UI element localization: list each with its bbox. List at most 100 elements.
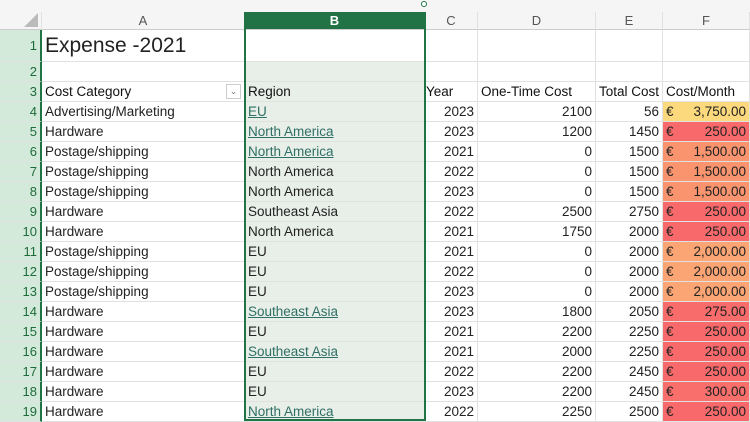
region-text[interactable]: EU xyxy=(248,104,267,119)
year-cell[interactable]: 2023 xyxy=(425,102,478,122)
total-cost-cell[interactable]: 2050 xyxy=(596,302,663,322)
total-cost-cell[interactable]: 2000 xyxy=(596,222,663,242)
cost-category-cell[interactable]: Postage/shipping xyxy=(42,242,245,262)
header-cost-month[interactable]: Cost/Month xyxy=(663,82,750,102)
one-time-cost-cell[interactable]: 0 xyxy=(478,142,596,162)
cost-month-cell[interactable]: €250.00 xyxy=(663,322,750,342)
one-time-cost-cell[interactable]: 2100 xyxy=(478,102,596,122)
cell[interactable] xyxy=(42,62,245,82)
one-time-cost-cell[interactable]: 2200 xyxy=(478,362,596,382)
cell[interactable] xyxy=(245,62,425,82)
region-cell[interactable]: Southeast Asia xyxy=(245,202,425,222)
region-cell[interactable]: EU xyxy=(245,362,425,382)
one-time-cost-cell[interactable]: 2500 xyxy=(478,202,596,222)
one-time-cost-cell[interactable]: 2200 xyxy=(478,322,596,342)
one-time-cost-cell[interactable]: 2200 xyxy=(478,382,596,402)
row-header[interactable]: 7 xyxy=(0,162,42,182)
resize-handle[interactable] xyxy=(421,1,427,7)
region-cell[interactable]: North America xyxy=(245,182,425,202)
column-header-b[interactable]: B xyxy=(245,12,425,30)
cost-month-cell[interactable]: €250.00 xyxy=(663,362,750,382)
header-region[interactable]: Region xyxy=(245,82,425,102)
one-time-cost-cell[interactable]: 0 xyxy=(478,182,596,202)
total-cost-cell[interactable]: 1500 xyxy=(596,162,663,182)
cost-month-cell[interactable]: €250.00 xyxy=(663,222,750,242)
header-one-time-cost[interactable]: One-Time Cost xyxy=(478,82,596,102)
total-cost-cell[interactable]: 2000 xyxy=(596,242,663,262)
year-cell[interactable]: 2021 xyxy=(425,342,478,362)
row-header[interactable]: 15 xyxy=(0,322,42,342)
year-cell[interactable]: 2022 xyxy=(425,402,478,422)
year-cell[interactable]: 2022 xyxy=(425,162,478,182)
cell-b1[interactable] xyxy=(245,30,425,62)
cell[interactable] xyxy=(478,30,596,62)
total-cost-cell[interactable]: 1450 xyxy=(596,122,663,142)
cost-category-cell[interactable]: Postage/shipping xyxy=(42,282,245,302)
region-cell[interactable]: EU xyxy=(245,382,425,402)
cost-month-cell[interactable]: €1,500.00 xyxy=(663,182,750,202)
year-cell[interactable]: 2023 xyxy=(425,122,478,142)
row-header[interactable]: 12 xyxy=(0,262,42,282)
column-header-d[interactable]: D xyxy=(478,12,596,30)
cost-category-cell[interactable]: Hardware xyxy=(42,122,245,142)
cost-category-cell[interactable]: Hardware xyxy=(42,402,245,422)
one-time-cost-cell[interactable]: 1800 xyxy=(478,302,596,322)
row-header[interactable]: 8 xyxy=(0,182,42,202)
cost-category-cell[interactable]: Hardware xyxy=(42,322,245,342)
one-time-cost-cell[interactable]: 0 xyxy=(478,162,596,182)
row-header[interactable]: 9 xyxy=(0,202,42,222)
cost-month-cell[interactable]: €2,000.00 xyxy=(663,282,750,302)
year-cell[interactable]: 2022 xyxy=(425,202,478,222)
cost-category-cell[interactable]: Hardware xyxy=(42,342,245,362)
column-header-c[interactable]: C xyxy=(425,12,478,30)
total-cost-cell[interactable]: 56 xyxy=(596,102,663,122)
cost-category-cell[interactable]: Postage/shipping xyxy=(42,182,245,202)
cell[interactable] xyxy=(478,62,596,82)
region-cell[interactable]: Southeast Asia xyxy=(245,302,425,322)
year-cell[interactable]: 2023 xyxy=(425,302,478,322)
year-cell[interactable]: 2021 xyxy=(425,242,478,262)
region-cell[interactable]: EU xyxy=(245,262,425,282)
cost-month-cell[interactable]: €2,000.00 xyxy=(663,262,750,282)
year-cell[interactable]: 2023 xyxy=(425,382,478,402)
region-text[interactable]: North America xyxy=(248,124,334,139)
cost-category-cell[interactable]: Hardware xyxy=(42,202,245,222)
row-header[interactable]: 11 xyxy=(0,242,42,262)
row-header[interactable]: 19 xyxy=(0,402,42,422)
region-cell[interactable]: North America xyxy=(245,402,425,422)
year-cell[interactable]: 2022 xyxy=(425,262,478,282)
one-time-cost-cell[interactable]: 0 xyxy=(478,262,596,282)
total-cost-cell[interactable]: 2250 xyxy=(596,322,663,342)
cost-category-cell[interactable]: Hardware xyxy=(42,382,245,402)
header-total-cost[interactable]: Total Cost xyxy=(596,82,663,102)
one-time-cost-cell[interactable]: 0 xyxy=(478,282,596,302)
one-time-cost-cell[interactable]: 2250 xyxy=(478,402,596,422)
cell[interactable] xyxy=(596,62,663,82)
cost-month-cell[interactable]: €250.00 xyxy=(663,402,750,422)
total-cost-cell[interactable]: 1500 xyxy=(596,142,663,162)
header-year[interactable]: Year xyxy=(425,82,478,102)
row-header[interactable]: 17 xyxy=(0,362,42,382)
row-header[interactable]: 6 xyxy=(0,142,42,162)
year-cell[interactable]: 2021 xyxy=(425,322,478,342)
cost-category-cell[interactable]: Postage/shipping xyxy=(42,262,245,282)
row-header[interactable]: 1 xyxy=(0,30,42,62)
cost-month-cell[interactable]: €1,500.00 xyxy=(663,162,750,182)
column-header-a[interactable]: A xyxy=(42,12,245,30)
filter-dropdown-button[interactable]: ⌄ xyxy=(226,84,241,99)
region-text[interactable]: North America xyxy=(248,144,334,159)
region-cell[interactable]: North America xyxy=(245,222,425,242)
row-header[interactable]: 13 xyxy=(0,282,42,302)
cost-month-cell[interactable]: €3,750.00 xyxy=(663,102,750,122)
one-time-cost-cell[interactable]: 2000 xyxy=(478,342,596,362)
total-cost-cell[interactable]: 2450 xyxy=(596,382,663,402)
cost-category-cell[interactable]: Hardware xyxy=(42,362,245,382)
total-cost-cell[interactable]: 2500 xyxy=(596,402,663,422)
column-header-f[interactable]: F xyxy=(663,12,750,30)
region-text[interactable]: Southeast Asia xyxy=(248,344,338,359)
year-cell[interactable]: 2021 xyxy=(425,222,478,242)
region-cell[interactable]: EU xyxy=(245,242,425,262)
cost-category-cell[interactable]: Advertising/Marketing xyxy=(42,102,245,122)
total-cost-cell[interactable]: 2750 xyxy=(596,202,663,222)
total-cost-cell[interactable]: 2000 xyxy=(596,262,663,282)
